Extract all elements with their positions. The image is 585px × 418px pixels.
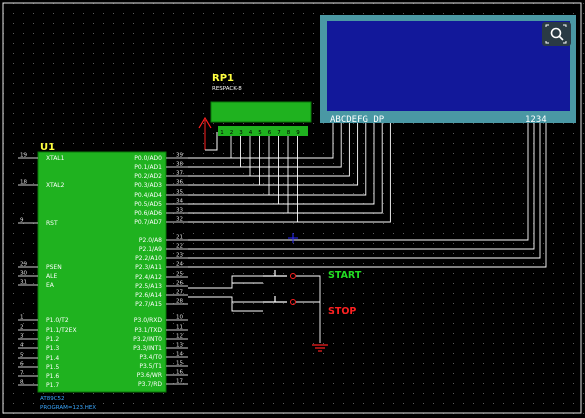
rp1-body — [210, 101, 312, 123]
u1-pin-number: 31 — [20, 280, 27, 286]
u1-pin-name: P0.4/AD4 — [134, 192, 162, 199]
u1-pin-number: 24 — [176, 262, 183, 268]
u1-pin-number: 36 — [176, 180, 183, 186]
u1-pin-name: P0.6/AD6 — [134, 210, 162, 217]
zoom-button[interactable] — [542, 22, 571, 46]
u1-pin-number: 19 — [20, 153, 27, 159]
u1-pin-name: RST — [46, 220, 58, 227]
u1-pin-number: 34 — [176, 199, 183, 205]
u1-pin-number: 1 — [20, 315, 24, 321]
u1-pin-number: 39 — [176, 153, 183, 159]
rp1-pin-number: 6 — [268, 130, 272, 136]
u1-pin-name: P3.7/RD — [138, 381, 162, 388]
u1-pin-name: P0.7/AD7 — [134, 219, 162, 226]
u1-pin-name: P1.6 — [46, 373, 59, 380]
u1-pin-number: 28 — [176, 299, 183, 305]
rp1-designator: RP1 — [212, 73, 234, 84]
u1-pin-name: EA — [46, 282, 55, 289]
u1-program-file: PROGRAM=123.HEX — [40, 405, 96, 411]
u1-pin-number: 7 — [20, 371, 24, 377]
u1-pin-number: 13 — [176, 343, 183, 349]
u1-pin-number: 23 — [176, 253, 183, 259]
rp1-pin-number: 4 — [249, 130, 253, 136]
u1-pin-name: P2.2/A10 — [135, 255, 162, 262]
u1-pin-name: P0.1/AD1 — [134, 164, 162, 171]
u1-pin-number: 38 — [176, 162, 183, 168]
u1-pin-name: P3.5/T1 — [139, 363, 162, 370]
u1-pin-number: 14 — [176, 352, 183, 358]
rp1-pin-number: 5 — [258, 130, 262, 136]
u1-pin-name: P3.0/RXD — [134, 317, 162, 324]
u1-pin-name: P0.5/AD5 — [134, 201, 162, 208]
rp1-pin-number: 9 — [296, 130, 300, 136]
u1-pin-name: P1.2 — [46, 336, 59, 343]
u1-pin-number: 17 — [176, 379, 183, 385]
u1-pin-number: 15 — [176, 361, 183, 367]
u1-pin-number: 25 — [176, 272, 183, 278]
u1-pin-name: P2.6/A14 — [135, 292, 162, 299]
u1-pin-number: 30 — [20, 271, 27, 277]
u1-pin-number: 11 — [176, 325, 183, 331]
u1-pin-number: 3 — [20, 334, 24, 340]
u1-pin-name: XTAL1 — [46, 155, 65, 162]
u1-pin-number: 22 — [176, 244, 183, 250]
lcd-display[interactable]: ABCDEFG DP 1234 — [320, 15, 576, 125]
rp1-pin-number: 2 — [230, 130, 234, 136]
u1-part-number: AT89C52 — [40, 396, 65, 402]
u1-pin-name: P1.0/T2 — [46, 317, 69, 324]
u1-pin-name: P2.3/A11 — [135, 264, 162, 271]
u1-pin-number: 26 — [176, 281, 183, 287]
u1-pin-number: 9 — [20, 218, 24, 224]
start-label: START — [328, 270, 362, 281]
u1-pin-name: P1.3 — [46, 345, 59, 352]
lcd-screen — [327, 21, 570, 111]
rp1-pin-number: 1 — [220, 130, 224, 136]
u1-pin-name: P3.3/INT1 — [133, 345, 162, 352]
rp1-pin-number: 3 — [239, 130, 243, 136]
u1-pin-number: 4 — [20, 343, 24, 349]
u1-pin-name: P2.1/A9 — [139, 246, 162, 253]
rp1-pin-number: 7 — [277, 130, 281, 136]
u1-pin-number: 35 — [176, 190, 183, 196]
rp1-pin-number: 8 — [287, 130, 291, 136]
u1-pin-number: 37 — [176, 171, 183, 177]
u1-pin-number: 33 — [176, 208, 183, 214]
rp1-value: RESPACK-8 — [212, 86, 242, 92]
u1-pin-number: 5 — [20, 353, 24, 359]
u1-pin-number: 18 — [20, 180, 27, 186]
u1-pin-number: 8 — [20, 380, 24, 386]
u1-pin-name: P1.7 — [46, 382, 59, 389]
u1-pin-number: 12 — [176, 334, 183, 340]
u1-pin-name: P2.0/A8 — [139, 237, 162, 244]
u1-pin-number: 32 — [176, 217, 183, 223]
u1-pin-name: P3.4/T0 — [139, 354, 162, 361]
u1-pin-name: ALE — [46, 273, 57, 280]
u1-pin-number: 10 — [176, 315, 183, 321]
u1-pin-name: P3.6/WR — [137, 372, 162, 379]
u1-pin-name: P0.3/AD3 — [134, 182, 162, 189]
u1-pin-name: XTAL2 — [46, 182, 65, 189]
u1-pin-name: P0.2/AD2 — [134, 173, 162, 180]
u1-pin-number: 21 — [176, 235, 183, 241]
u1-pin-number: 6 — [20, 362, 24, 368]
u1-pin-number: 16 — [176, 370, 183, 376]
u1-designator: U1 — [40, 142, 55, 153]
u1-pin-name: P0.0/AD0 — [134, 155, 162, 162]
u1-pin-name: P2.4/A12 — [135, 274, 162, 281]
u1-pin-name: P1.1/T2EX — [46, 327, 77, 334]
u1-pin-number: 2 — [20, 325, 24, 331]
schematic-canvas: ABCDEFG DP 1234 RP1 RESPACK-8 123456789 … — [0, 0, 585, 418]
u1-pin-name: P1.4 — [46, 355, 59, 362]
u1-pin-name: P2.7/A15 — [135, 301, 162, 308]
u1-pin-name: P3.2/INT0 — [133, 336, 162, 343]
u1-pin-name: PSEN — [46, 264, 62, 271]
u1-pin-name: P1.5 — [46, 364, 59, 371]
u1-microcontroller[interactable]: U1 19 XTAL1 18 XTAL2 9 RST 29 PSEN 30 ALE 31 EA 1 P1.… — [18, 142, 188, 411]
u1-pin-name: P3.1/TXD — [134, 327, 162, 334]
u1-pin-number: 27 — [176, 290, 183, 296]
schematic-drawing: ABCDEFG DP 1234 RP1 RESPACK-8 123456789 … — [0, 0, 585, 418]
stop-label: STOP — [328, 306, 356, 317]
u1-pin-number: 29 — [20, 262, 27, 268]
u1-pin-name: P2.5/A13 — [135, 283, 162, 290]
